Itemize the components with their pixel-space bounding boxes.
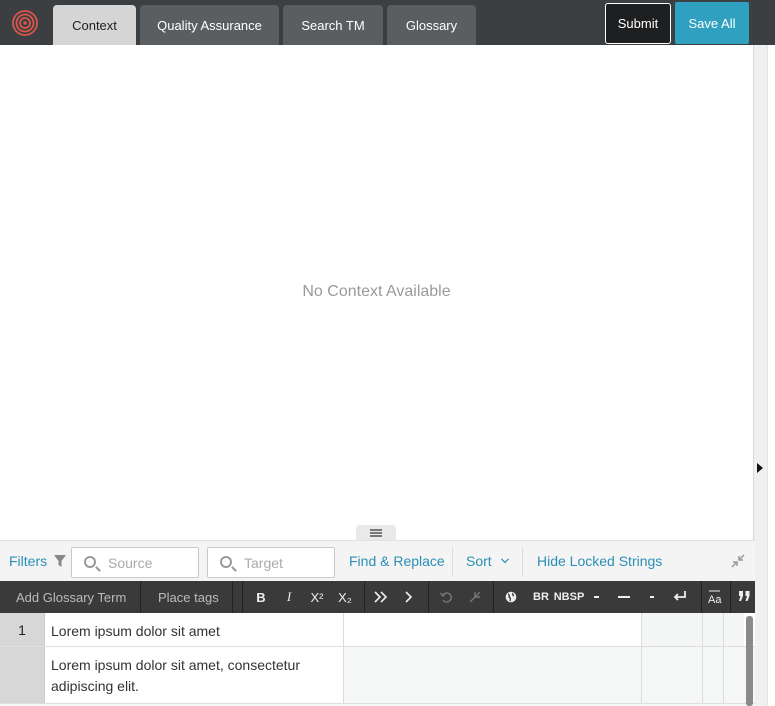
target-cell[interactable] xyxy=(343,647,641,703)
line-break-button[interactable]: BR xyxy=(532,581,550,613)
divider xyxy=(140,581,141,613)
status-cell xyxy=(641,647,702,703)
divider xyxy=(242,581,243,613)
divider xyxy=(452,547,453,577)
divider xyxy=(232,581,233,613)
double-chevron-right-icon[interactable] xyxy=(374,591,388,603)
divider xyxy=(364,581,365,613)
meta-cell xyxy=(723,647,744,703)
table-row[interactable]: 1 Lorem ipsum dolor sit amet xyxy=(0,613,755,647)
source-cell: Lorem ipsum dolor sit amet, consectetur … xyxy=(44,647,343,703)
source-filter[interactable] xyxy=(71,547,199,578)
sort-button[interactable]: Sort xyxy=(466,553,509,569)
divider xyxy=(493,581,494,613)
row-number xyxy=(0,647,44,703)
chevron-right-icon[interactable] xyxy=(404,591,414,603)
soft-hyphen-button[interactable] xyxy=(650,596,654,598)
right-rail-strip xyxy=(767,45,775,706)
no-context-message: No Context Available xyxy=(302,283,451,300)
subscript-button[interactable]: X₂ xyxy=(335,581,355,613)
expand-panel-icon[interactable] xyxy=(757,463,763,473)
superscript-button[interactable]: X² xyxy=(307,581,327,613)
drag-handle-icon xyxy=(370,528,382,537)
filters-label: Filters xyxy=(9,553,48,569)
enter-icon[interactable] xyxy=(673,591,687,602)
tab-context[interactable]: Context xyxy=(53,5,136,45)
hide-locked-strings-button[interactable]: Hide Locked Strings xyxy=(537,553,662,569)
add-glossary-term-button[interactable]: Add Glossary Term xyxy=(16,581,126,613)
status-cell xyxy=(641,613,702,646)
meta-cell xyxy=(723,613,744,646)
filters-button[interactable]: Filters xyxy=(9,553,67,569)
brand-logo-icon xyxy=(12,10,38,36)
collapse-icon[interactable] xyxy=(731,554,745,568)
undo-icon[interactable] xyxy=(440,591,453,603)
svg-text:Aa: Aa xyxy=(708,594,722,605)
source-search-input[interactable] xyxy=(108,553,194,573)
top-bar: Context Quality Assurance Search TM Glos… xyxy=(0,0,775,45)
search-icon xyxy=(84,556,96,568)
chevron-down-icon xyxy=(500,558,509,564)
quote-icon[interactable] xyxy=(738,591,751,601)
row-number: 1 xyxy=(0,613,44,646)
place-tags-button[interactable]: Place tags xyxy=(158,581,219,613)
em-dash-button[interactable] xyxy=(618,596,630,598)
hyphen-button[interactable] xyxy=(594,596,599,598)
meta-cell xyxy=(702,647,723,703)
table-row[interactable]: Lorem ipsum dolor sit amet, consectetur … xyxy=(0,647,755,704)
filter-bar: Filters Find & Replace Sort Hide Locked … xyxy=(0,540,755,581)
globe-icon[interactable] xyxy=(505,591,517,603)
strings-grid: 1 Lorem ipsum dolor sit amet Lorem ipsum… xyxy=(0,613,755,706)
tab-search-tm[interactable]: Search TM xyxy=(283,5,383,45)
grid-scrollbar[interactable] xyxy=(746,616,753,706)
clear-format-icon[interactable] xyxy=(469,591,481,603)
text-case-icon[interactable]: Aa xyxy=(707,589,723,605)
divider xyxy=(428,581,429,613)
tab-glossary[interactable]: Glossary xyxy=(387,5,476,45)
bold-button[interactable]: B xyxy=(253,581,269,613)
panel-resize-handle[interactable] xyxy=(356,525,396,540)
target-cell[interactable] xyxy=(343,613,641,646)
target-filter[interactable] xyxy=(207,547,335,578)
sort-label: Sort xyxy=(466,553,492,569)
find-replace-button[interactable]: Find & Replace xyxy=(349,553,445,569)
context-panel: No Context Available xyxy=(0,45,753,540)
tab-quality-assurance[interactable]: Quality Assurance xyxy=(140,5,279,45)
meta-cell xyxy=(702,613,723,646)
submit-button[interactable]: Submit xyxy=(605,3,671,44)
divider xyxy=(701,581,702,613)
source-cell: Lorem ipsum dolor sit amet xyxy=(44,613,343,646)
target-search-input[interactable] xyxy=(244,553,330,573)
divider xyxy=(522,547,523,577)
divider xyxy=(730,581,731,613)
funnel-icon xyxy=(54,555,67,567)
save-all-button[interactable]: Save All xyxy=(675,2,749,44)
italic-button[interactable]: I xyxy=(281,581,297,613)
nbsp-button[interactable]: NBSP xyxy=(554,581,585,613)
search-icon xyxy=(220,556,232,568)
editor-toolbar: Add Glossary Term Place tags B I X² X₂ B… xyxy=(0,581,755,613)
